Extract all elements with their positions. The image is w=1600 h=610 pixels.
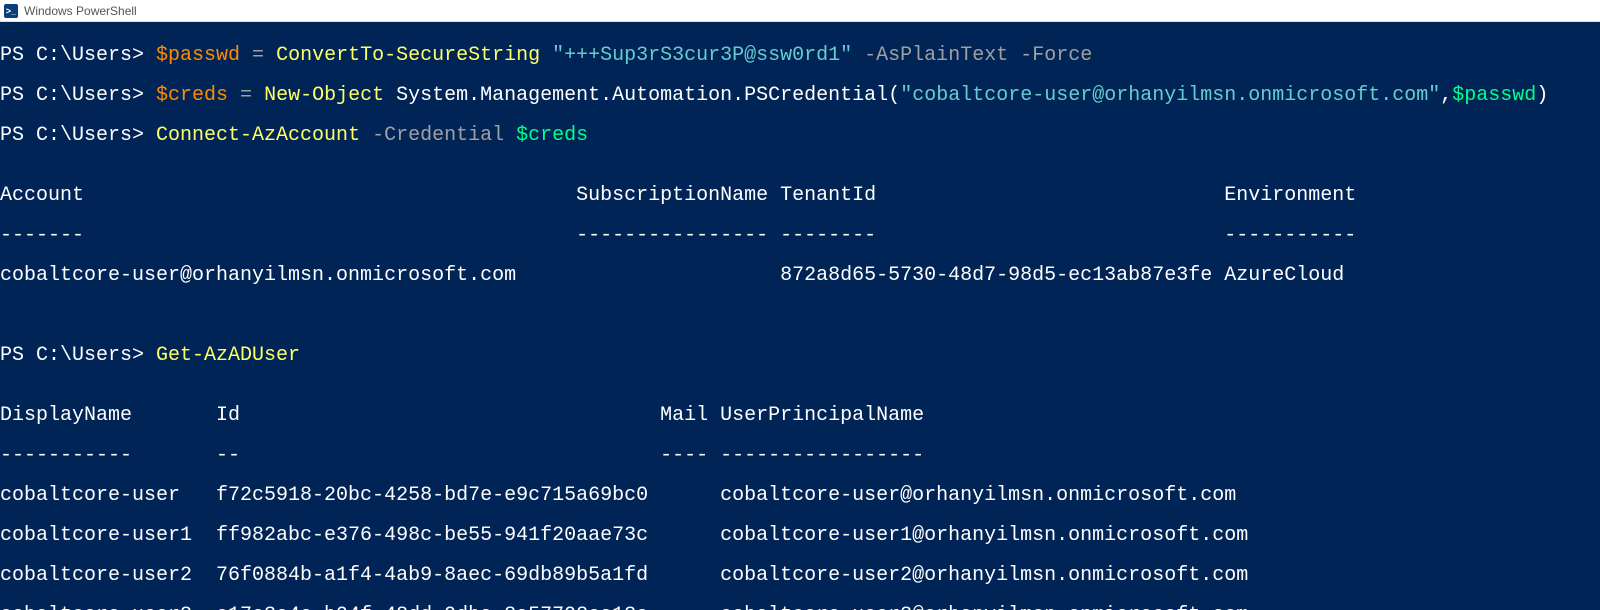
variable-passwd: $passwd [156,44,240,67]
assign-op: = [228,84,264,107]
cmdlet: Connect-AzAccount [156,124,360,147]
window-titlebar[interactable]: >_ Windows PowerShell [0,0,1600,22]
command-line-1: PS C:\Users> $passwd = ConvertTo-SecureS… [0,46,1600,66]
table-row: cobaltcore-user3 c17e3e4c-b94f-48dd-9dba… [0,606,1600,610]
window-title: Windows PowerShell [24,4,137,18]
prompt: PS C:\Users> [0,124,156,147]
account-table-header: Account SubscriptionName TenantId Enviro… [0,186,1600,206]
users-table-header: DisplayName Id Mail UserPrincipalName [0,406,1600,426]
command-line-4: PS C:\Users> Get-AzADUser [0,346,1600,366]
string-literal: "cobaltcore-user@orhanyilmsn.onmicrosoft… [900,84,1440,107]
variable-creds: $creds [156,84,228,107]
parameter: -Credential [360,124,516,147]
variable-passwd-ref: $passwd [1452,84,1536,107]
table-row: cobaltcore-user1 ff982abc-e376-498c-be55… [0,526,1600,546]
comma: , [1440,84,1452,107]
table-row: cobaltcore-user2 76f0884b-a1f4-4ab9-8aec… [0,566,1600,586]
cmdlet: Get-AzADUser [156,344,300,367]
close-paren: ) [1536,84,1548,107]
parameters: -AsPlainText -Force [852,44,1092,67]
assign-op: = [240,44,276,67]
variable-creds-ref: $creds [516,124,588,147]
prompt: PS C:\Users> [0,344,156,367]
account-table-row: cobaltcore-user@orhanyilmsn.onmicrosoft.… [0,266,1600,286]
type-expr: System.Management.Automation.PSCredentia… [384,84,900,107]
cmdlet: ConvertTo-SecureString [276,44,540,67]
command-line-3: PS C:\Users> Connect-AzAccount -Credenti… [0,126,1600,146]
users-table-divider: ----------- -- ---- ----------------- [0,446,1600,466]
terminal-body[interactable]: PS C:\Users> $passwd = ConvertTo-SecureS… [0,22,1600,610]
powershell-icon: >_ [4,4,18,18]
cmdlet: New-Object [264,84,384,107]
prompt: PS C:\Users> [0,84,156,107]
command-line-2: PS C:\Users> $creds = New-Object System.… [0,86,1600,106]
account-table-divider: ------- ---------------- -------- ------… [0,226,1600,246]
string-literal: "+++Sup3rS3cur3P@ssw0rd1" [540,44,852,67]
table-row: cobaltcore-user f72c5918-20bc-4258-bd7e-… [0,486,1600,506]
prompt: PS C:\Users> [0,44,156,67]
